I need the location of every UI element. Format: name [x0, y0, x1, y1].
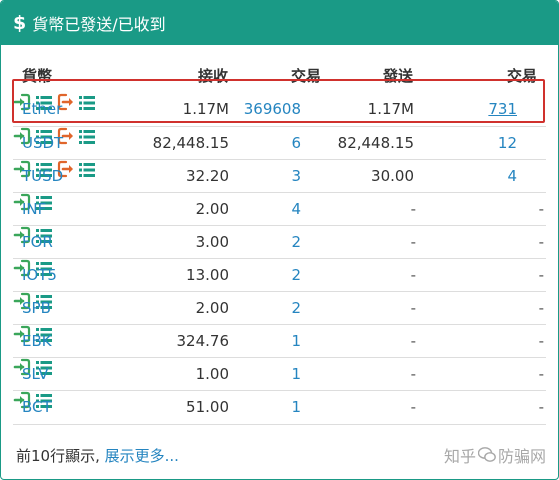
tx-out-count-link: -	[538, 200, 544, 218]
sent-amount: -	[410, 365, 416, 383]
tx-in-count-link[interactable]: 1	[291, 398, 301, 416]
sent-amount: -	[410, 332, 416, 350]
sent-amount: -	[410, 233, 416, 251]
wechat-icon	[478, 447, 496, 462]
currency-link[interactable]: IOT5	[22, 266, 57, 284]
received-amount: 324.76	[176, 332, 230, 350]
list-icon[interactable]	[79, 129, 96, 145]
column-tx-out[interactable]: 交易	[507, 65, 537, 86]
table-row: BCT 51.00 1 - -	[13, 390, 546, 424]
table-footer: 前10行顯示, 展示更多...	[16, 445, 179, 466]
received-amount: 51.00	[186, 398, 229, 416]
tx-in-count-link[interactable]: 2	[291, 266, 301, 284]
tx-out-count-link: -	[538, 365, 544, 383]
table-row: Ether 1.17M 369608 1.17M 731	[13, 93, 546, 126]
column-sent[interactable]: 發送	[383, 65, 413, 86]
currency-link[interactable]: TUSD	[22, 167, 63, 185]
table-row: INF 2.00 4 - -	[13, 192, 546, 226]
tx-out-count-link: -	[538, 332, 544, 350]
tx-out-count-link: -	[538, 299, 544, 317]
received-amount: 82,448.15	[152, 134, 229, 152]
received-amount: 1.00	[195, 365, 229, 383]
tx-in-count-link[interactable]: 1	[291, 332, 301, 350]
table-row: SLV 1.00 1 - -	[13, 357, 546, 391]
currency-link[interactable]: EBK	[22, 332, 52, 350]
tx-out-count-link[interactable]: 12	[498, 134, 517, 152]
tx-out-count-link[interactable]: 731	[488, 100, 517, 118]
tx-out-count-link: -	[538, 233, 544, 251]
column-tx-in[interactable]: 交易	[291, 65, 321, 86]
received-amount: 2.00	[195, 299, 229, 317]
tx-out-count-link: -	[538, 398, 544, 416]
sent-amount: -	[410, 266, 416, 284]
sent-amount: -	[410, 200, 416, 218]
currency-link[interactable]: SLV	[22, 365, 49, 383]
tx-in-count-link[interactable]: 2	[291, 233, 301, 251]
tx-out-count-link[interactable]: 4	[507, 167, 517, 185]
sent-amount: 30.00	[371, 167, 414, 185]
table-row: SPB 2.00 2 - -	[13, 291, 546, 325]
received-amount: 2.00	[195, 200, 229, 218]
sent-amount: 1.17M	[367, 100, 414, 118]
table-bottom-divider	[13, 424, 546, 425]
tx-in-count-link[interactable]: 6	[291, 134, 301, 152]
list-icon[interactable]	[79, 95, 96, 111]
table-row: FOR 3.00 2 - -	[13, 225, 546, 259]
received-amount: 32.20	[186, 167, 229, 185]
show-more-link[interactable]: 展示更多...	[105, 447, 179, 465]
list-icon[interactable]	[79, 162, 96, 178]
panel-header: $ 貨幣已發送/已收到	[1, 1, 558, 45]
watermark: 知乎 防骗网	[444, 443, 546, 467]
table-row: USDT 82,448.15 6 82,448.15 12	[13, 126, 546, 160]
sent-amount: 82,448.15	[337, 134, 414, 152]
currency-link[interactable]: BCT	[22, 398, 52, 416]
received-amount: 1.17M	[182, 100, 229, 118]
table-row: IOT5 13.00 2 - -	[13, 258, 546, 292]
table-header: 貨幣 接收 交易 發送 交易	[1, 57, 558, 93]
tx-out-count-link: -	[538, 266, 544, 284]
tx-in-count-link[interactable]: 2	[291, 299, 301, 317]
currency-link[interactable]: INF	[22, 200, 46, 218]
tx-in-count-link[interactable]: 369608	[244, 100, 301, 118]
column-currency[interactable]: 貨幣	[22, 65, 52, 86]
received-amount: 13.00	[186, 266, 229, 284]
tx-in-count-link[interactable]: 4	[291, 200, 301, 218]
watermark-right-text: 防骗网	[498, 447, 547, 466]
currency-link[interactable]: USDT	[22, 134, 63, 152]
tx-in-count-link[interactable]: 1	[291, 365, 301, 383]
column-received[interactable]: 接收	[198, 65, 228, 86]
received-amount: 3.00	[195, 233, 229, 251]
sent-amount: -	[410, 299, 416, 317]
table-row: TUSD 32.20 3 30.00 4	[13, 159, 546, 193]
sent-amount: -	[410, 398, 416, 416]
table-row: EBK 324.76 1 - -	[13, 324, 546, 358]
dollar-icon: $	[13, 12, 27, 34]
currency-link[interactable]: Ether	[22, 100, 62, 118]
watermark-left-text: 知乎	[444, 447, 477, 466]
tx-in-count-link[interactable]: 3	[291, 167, 301, 185]
currency-link[interactable]: FOR	[22, 233, 53, 251]
currency-panel: $ 貨幣已發送/已收到 貨幣 接收 交易 發送 交易 Ether 1.17M 3…	[0, 0, 559, 480]
currency-link[interactable]: SPB	[22, 299, 51, 317]
footer-rows-label: 前10行顯示,	[16, 447, 100, 465]
panel-title: 貨幣已發送/已收到	[32, 15, 166, 34]
